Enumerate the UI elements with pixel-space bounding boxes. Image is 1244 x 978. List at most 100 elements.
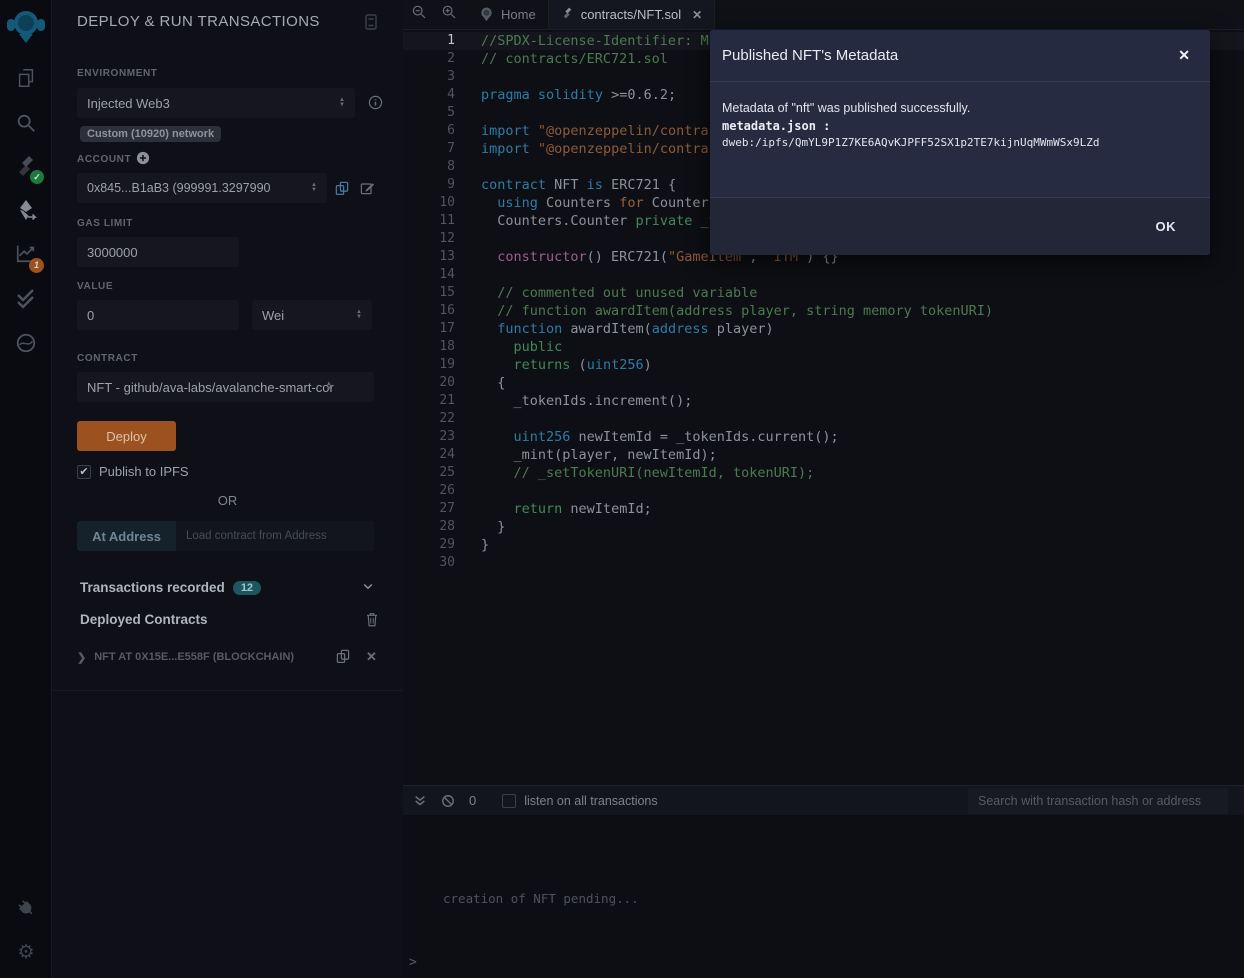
sign-message-icon[interactable] bbox=[359, 180, 375, 201]
code-line[interactable]: 24 _mint(player, newItemId); bbox=[403, 446, 1244, 464]
code-line[interactable]: 16 // function awardItem(address player,… bbox=[403, 302, 1244, 320]
copy-contract-icon[interactable] bbox=[335, 648, 351, 669]
add-account-icon[interactable] bbox=[136, 151, 150, 170]
code-line[interactable]: 22 bbox=[403, 410, 1244, 428]
line-number[interactable]: 28 bbox=[403, 518, 455, 536]
plugin-circle-icon[interactable] bbox=[0, 325, 52, 361]
gas-limit-input[interactable]: 3000000 bbox=[77, 237, 239, 267]
line-number[interactable]: 25 bbox=[403, 464, 455, 482]
tab-home[interactable]: Home bbox=[467, 0, 549, 29]
code-line[interactable]: 26 bbox=[403, 482, 1244, 500]
code-line[interactable]: 18 public bbox=[403, 338, 1244, 356]
code-text: } bbox=[481, 536, 489, 554]
line-number[interactable]: 21 bbox=[403, 392, 455, 410]
line-number[interactable]: 17 bbox=[403, 320, 455, 338]
search-icon[interactable] bbox=[0, 105, 52, 141]
code-line[interactable]: 29} bbox=[403, 536, 1244, 554]
code-line[interactable]: 17 function awardItem(address player) bbox=[403, 320, 1244, 338]
code-text: // contracts/ERC721.sol bbox=[481, 50, 668, 68]
panel-title: DEPLOY & RUN TRANSACTIONS bbox=[77, 13, 320, 30]
transactions-recorded-header[interactable]: Transactions recorded12 bbox=[80, 580, 261, 595]
line-number[interactable]: 10 bbox=[403, 194, 455, 212]
line-number[interactable]: 9 bbox=[403, 176, 455, 194]
code-line[interactable]: 21 _tokenIds.increment(); bbox=[403, 392, 1244, 410]
line-number[interactable]: 8 bbox=[403, 158, 455, 176]
documentation-icon[interactable] bbox=[364, 14, 378, 35]
line-number[interactable]: 24 bbox=[403, 446, 455, 464]
line-number[interactable]: 1 bbox=[403, 32, 455, 50]
remix-logo-icon[interactable] bbox=[6, 6, 46, 48]
line-number[interactable]: 15 bbox=[403, 284, 455, 302]
zoom-in-icon[interactable] bbox=[441, 4, 457, 25]
environment-select[interactable]: Injected Web3 ▲▼ bbox=[77, 88, 355, 118]
line-number[interactable]: 12 bbox=[403, 230, 455, 248]
settings-gear-icon[interactable]: ⚙ bbox=[0, 934, 52, 970]
deployed-contract-item[interactable]: ❯ NFT AT 0X15E...E558F (BLOCKCHAIN) bbox=[77, 647, 377, 667]
code-text: _mint(player, newItemId); bbox=[481, 446, 717, 464]
line-number[interactable]: 4 bbox=[403, 86, 455, 104]
analytics-icon[interactable]: 1 bbox=[0, 235, 52, 271]
line-number[interactable]: 3 bbox=[403, 68, 455, 86]
close-tab-icon[interactable]: ✕ bbox=[692, 8, 702, 22]
code-line[interactable]: 27 return newItemId; bbox=[403, 500, 1244, 518]
expand-terminal-icon[interactable] bbox=[413, 794, 427, 808]
line-number[interactable]: 14 bbox=[403, 266, 455, 284]
code-line[interactable]: 19 returns (uint256) bbox=[403, 356, 1244, 374]
copy-account-icon[interactable] bbox=[334, 180, 350, 201]
contract-select[interactable]: NFT - github/ava-labs/avalanche-smart-co… bbox=[77, 372, 374, 402]
line-number[interactable]: 7 bbox=[403, 140, 455, 158]
line-number[interactable]: 22 bbox=[403, 410, 455, 428]
line-number[interactable]: 30 bbox=[403, 554, 455, 572]
deploy-run-icon[interactable] bbox=[0, 192, 52, 228]
chevron-down-icon[interactable] bbox=[362, 580, 374, 595]
plugin-manager-icon[interactable] bbox=[0, 890, 52, 926]
code-line[interactable]: 14 bbox=[403, 266, 1244, 284]
zoom-out-icon[interactable] bbox=[411, 4, 427, 25]
trash-icon[interactable] bbox=[365, 612, 379, 632]
solidity-compiler-icon[interactable]: ✓ bbox=[0, 148, 52, 184]
modal-file-label: metadata.json : bbox=[722, 119, 1198, 133]
line-number[interactable]: 16 bbox=[403, 302, 455, 320]
tab-contracts-nft-sol[interactable]: contracts/NFT.sol ✕ bbox=[549, 0, 715, 29]
line-number[interactable]: 11 bbox=[403, 212, 455, 230]
line-number[interactable]: 2 bbox=[403, 50, 455, 68]
line-number[interactable]: 5 bbox=[403, 104, 455, 122]
line-number[interactable]: 18 bbox=[403, 338, 455, 356]
terminal[interactable]: creation of NFT pending... > bbox=[403, 815, 1244, 978]
code-line[interactable]: 20 { bbox=[403, 374, 1244, 392]
file-explorer-icon[interactable] bbox=[0, 60, 52, 96]
line-number[interactable]: 19 bbox=[403, 356, 455, 374]
value-input[interactable]: 0 bbox=[77, 300, 239, 330]
at-address-button[interactable]: At Address bbox=[77, 521, 176, 551]
terminal-search-input[interactable] bbox=[968, 788, 1228, 814]
code-text: //SPDX-License-Identifier: MIT bbox=[481, 32, 725, 50]
line-number[interactable]: 13 bbox=[403, 248, 455, 266]
account-select[interactable]: 0x845...B1aB3 (999991.3297990 ▲▼ bbox=[77, 173, 327, 203]
line-number[interactable]: 27 bbox=[403, 500, 455, 518]
environment-info-icon[interactable] bbox=[368, 95, 383, 115]
clear-console-icon[interactable] bbox=[441, 794, 455, 808]
transactions-count-badge: 12 bbox=[233, 581, 261, 595]
code-line[interactable]: 28 } bbox=[403, 518, 1244, 536]
line-number[interactable]: 6 bbox=[403, 122, 455, 140]
code-text: returns (uint256) bbox=[481, 356, 652, 374]
listen-transactions-checkbox[interactable] bbox=[502, 794, 516, 808]
publish-ipfs-checkbox[interactable]: ✔ bbox=[77, 465, 91, 479]
code-line[interactable]: 25 // _setTokenURI(newItemId, tokenURI); bbox=[403, 464, 1244, 482]
code-line[interactable]: 30 bbox=[403, 554, 1244, 572]
chevron-right-icon[interactable]: ❯ bbox=[77, 651, 86, 664]
code-line[interactable]: 15 // commented out unused variable bbox=[403, 284, 1244, 302]
line-number[interactable]: 23 bbox=[403, 428, 455, 446]
ok-button[interactable]: OK bbox=[1142, 211, 1191, 242]
remix-home-icon bbox=[479, 6, 494, 24]
line-number[interactable]: 20 bbox=[403, 374, 455, 392]
unit-testing-icon[interactable] bbox=[0, 279, 52, 315]
value-unit-select[interactable]: Wei ▲▼ bbox=[252, 300, 372, 330]
close-modal-icon[interactable]: ✕ bbox=[1170, 43, 1198, 68]
line-number[interactable]: 26 bbox=[403, 482, 455, 500]
at-address-input[interactable] bbox=[176, 521, 374, 551]
code-line[interactable]: 23 uint256 newItemId = _tokenIds.current… bbox=[403, 428, 1244, 446]
line-number[interactable]: 29 bbox=[403, 536, 455, 554]
deploy-button[interactable]: Deploy bbox=[77, 421, 176, 451]
remove-contract-icon[interactable]: ✕ bbox=[366, 649, 377, 665]
